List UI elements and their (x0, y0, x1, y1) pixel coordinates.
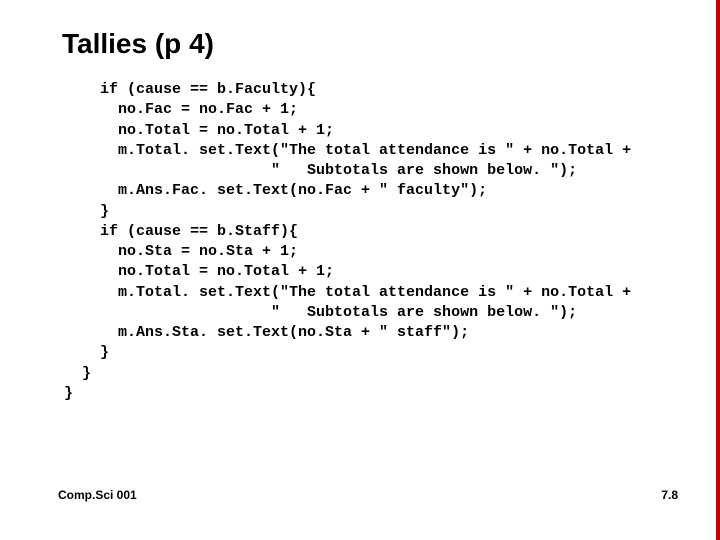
accent-bar (716, 0, 720, 540)
code-block: if (cause == b.Faculty){ no.Fac = no.Fac… (64, 80, 662, 404)
footer-left: Comp.Sci 001 (58, 488, 137, 502)
slide: Tallies (p 4) if (cause == b.Faculty){ n… (0, 0, 720, 540)
footer-right: 7.8 (661, 488, 678, 502)
slide-title: Tallies (p 4) (62, 28, 662, 60)
footer: Comp.Sci 001 7.8 (58, 488, 678, 502)
